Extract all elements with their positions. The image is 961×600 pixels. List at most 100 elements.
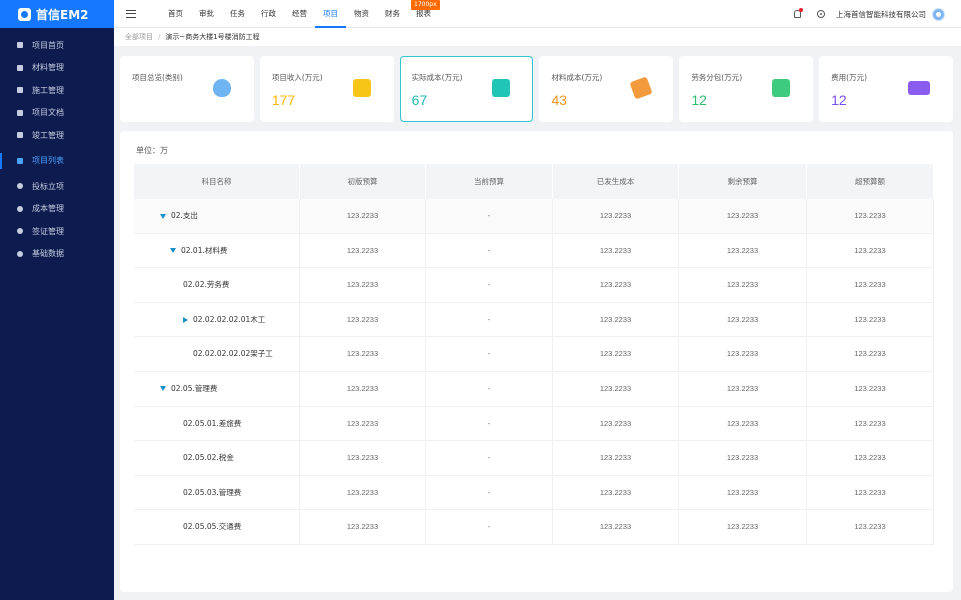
sidebar-item[interactable]: 项目列表	[0, 150, 114, 173]
sidebar-item[interactable]: 签证管理	[0, 220, 114, 243]
sidebar-item-label: 项目列表	[32, 156, 64, 166]
caret-down-icon[interactable]	[160, 213, 166, 219]
sidebar-item-label: 项目首页	[32, 40, 64, 50]
sidebar-item-label: 成本管理	[32, 204, 64, 214]
subject-name-cell: 02.02.02.02.01木工	[134, 302, 300, 337]
notification-bell-icon[interactable]	[794, 8, 803, 18]
stat-card-label: 材料成本(万元)	[551, 73, 603, 82]
stat-card-label: 劳务分包(万元)	[691, 73, 743, 82]
subject-name-cell: 02.05.02.税金	[134, 441, 300, 476]
table-cell: 123.2233	[807, 337, 934, 372]
sidebar-item-label: 竣工管理	[32, 130, 64, 140]
table-cell: 123.2233	[679, 337, 807, 372]
stat-card-label: 实际成本(万元)	[411, 73, 463, 82]
caret-down-icon[interactable]	[170, 248, 176, 254]
table-cell: 123.2233	[300, 337, 426, 372]
table-row[interactable]: 02.05.05.交通费 123.2233-123.2233 123.2233 123…	[134, 510, 934, 545]
table-cell: -	[426, 199, 553, 233]
table-cell: 123.2233	[807, 302, 934, 337]
stat-card[interactable]: 材料成本(万元) 43	[539, 56, 674, 122]
completion-icon	[17, 132, 23, 139]
table-cell: 123.2233	[300, 475, 426, 510]
table-cell: 123.2233	[553, 441, 679, 476]
stat-card[interactable]: 费用(万元) 12	[819, 56, 953, 122]
table-row[interactable]: 02.01.材料费 123.2233-123.2233 123.2233 123.22…	[134, 233, 934, 269]
table-row[interactable]: 02.05.02.税金 123.2233-123.2233 123.2233 123.…	[134, 441, 934, 476]
user-avatar[interactable]	[932, 7, 945, 21]
subject-name-cell: 02.05.03.管理费	[134, 475, 300, 510]
drop-icon	[212, 79, 231, 97]
stat-card-label: 费用(万元)	[831, 73, 867, 82]
settings-gear-icon[interactable]	[817, 10, 825, 18]
table-row[interactable]: 02.05.03.管理费 123.2233-123.2233 123.2233 123…	[134, 475, 934, 511]
subject-name: 02.02.02.02.01木工	[193, 314, 266, 324]
table-row[interactable]: 02.支出 123.2233-123.2233 123.2233 123.2233	[134, 199, 934, 234]
subject-name-cell: 02.02.劳务费	[134, 268, 300, 303]
table-row[interactable]: 02.05.01.差旅费 123.2233-123.2233 123.2233 123…	[134, 406, 934, 442]
top-nav: 首页 审批 任务 行政 经营 项目 物资 财务 报表	[160, 0, 439, 28]
top-nav-tab[interactable]: 经营	[284, 0, 315, 28]
column-header: 超预算额	[807, 164, 934, 199]
table-cell: -	[426, 406, 553, 441]
cost-icon	[17, 205, 23, 212]
table-cell: -	[426, 441, 553, 476]
sidebar-item[interactable]: 投标立项	[0, 175, 114, 198]
app-logo[interactable]: 首信EM2	[0, 0, 114, 28]
table-cell: 123.2233	[807, 268, 934, 303]
logo-icon	[18, 7, 31, 21]
sidebar-item[interactable]: 项目文档	[0, 102, 114, 125]
table-cell: 123.2233	[679, 475, 807, 510]
sidebar-item[interactable]: 项目首页	[0, 34, 114, 57]
caret-down-icon[interactable]	[160, 386, 166, 392]
table-cell: 123.2233	[553, 510, 679, 545]
breadcrumb: 全部项目 / 演示~商务大楼1号楼消防工程	[114, 28, 961, 46]
sidebar-item[interactable]: 材料管理	[0, 57, 114, 80]
table-row[interactable]: 02.02.劳务费 123.2233-123.2233 123.2233 123.22…	[134, 268, 934, 303]
table-cell: -	[426, 233, 553, 268]
breadcrumb-root[interactable]: 全部项目	[125, 32, 153, 42]
top-nav-tab[interactable]: 财务	[377, 0, 408, 28]
stat-card-label: 项目总览(类别)	[132, 73, 183, 82]
subject-name: 02.01.材料费	[181, 245, 228, 255]
menu-toggle-icon[interactable]	[126, 9, 136, 18]
sidebar-item[interactable]: 施工管理	[0, 79, 114, 102]
stat-card[interactable]: 实际成本(万元) 67	[399, 56, 534, 122]
table-row[interactable]: 02.05.管理费 123.2233-123.2233 123.2233 123.22…	[134, 371, 934, 407]
table-body: 02.支出 123.2233-123.2233 123.2233 123.2233 02…	[134, 199, 934, 545]
stat-card-value: 67	[411, 92, 428, 108]
subject-name-cell: 02.05.05.交通费	[134, 510, 300, 545]
subject-name: 02.支出	[171, 211, 198, 220]
top-nav-tab[interactable]: 物资	[346, 0, 377, 28]
table-cell: 123.2233	[300, 268, 426, 303]
company-name[interactable]: 上海首信智能科技有限公司	[836, 9, 926, 20]
sidebar-item[interactable]: 竣工管理	[0, 124, 114, 147]
top-nav-tab[interactable]: 任务	[222, 0, 253, 28]
unit-label: 单位：万	[136, 146, 168, 155]
stat-card[interactable]: 劳务分包(万元) 12	[679, 56, 814, 122]
caret-right-icon[interactable]	[183, 316, 188, 323]
table-cell: 123.2233	[300, 441, 426, 476]
visa-icon	[17, 228, 23, 235]
stat-card-value: 177	[271, 92, 296, 108]
column-header: 科目名称	[134, 164, 300, 199]
table-row[interactable]: 02.02.02.02.02架子工 123.2233-123.2233 123.22…	[134, 337, 934, 372]
table-cell: 123.2233	[300, 406, 426, 441]
top-nav-tab[interactable]: 行政	[253, 0, 284, 28]
sidebar-item-label: 签证管理	[32, 226, 64, 236]
stat-card[interactable]: 项目收入(万元) 177	[259, 56, 394, 122]
table-row[interactable]: 02.02.02.02.01木工 123.2233-123.2233 123.223…	[134, 302, 934, 338]
top-nav-tab[interactable]: 首页	[160, 0, 191, 28]
top-nav-tab[interactable]: 项目	[315, 0, 346, 28]
subject-name-cell: 02.05.01.差旅费	[134, 406, 300, 441]
width-badge: 1700px	[411, 0, 440, 10]
stat-card-label: 项目收入(万元)	[271, 73, 323, 82]
subject-name-cell: 02.02.02.02.02架子工	[134, 337, 300, 372]
sidebar-item[interactable]: 基础数据	[0, 243, 114, 266]
database-icon	[17, 250, 23, 257]
table-header: 科目名称 初版预算 当前预算 已发生成本 剩余预算 超预算额	[134, 164, 934, 199]
subject-name: 02.05.03.管理费	[183, 487, 242, 497]
stat-card[interactable]: 项目总览(类别)	[120, 56, 254, 122]
sidebar-item[interactable]: 成本管理	[0, 198, 114, 221]
top-nav-tab[interactable]: 审批	[191, 0, 222, 28]
column-header: 已发生成本	[553, 164, 679, 199]
